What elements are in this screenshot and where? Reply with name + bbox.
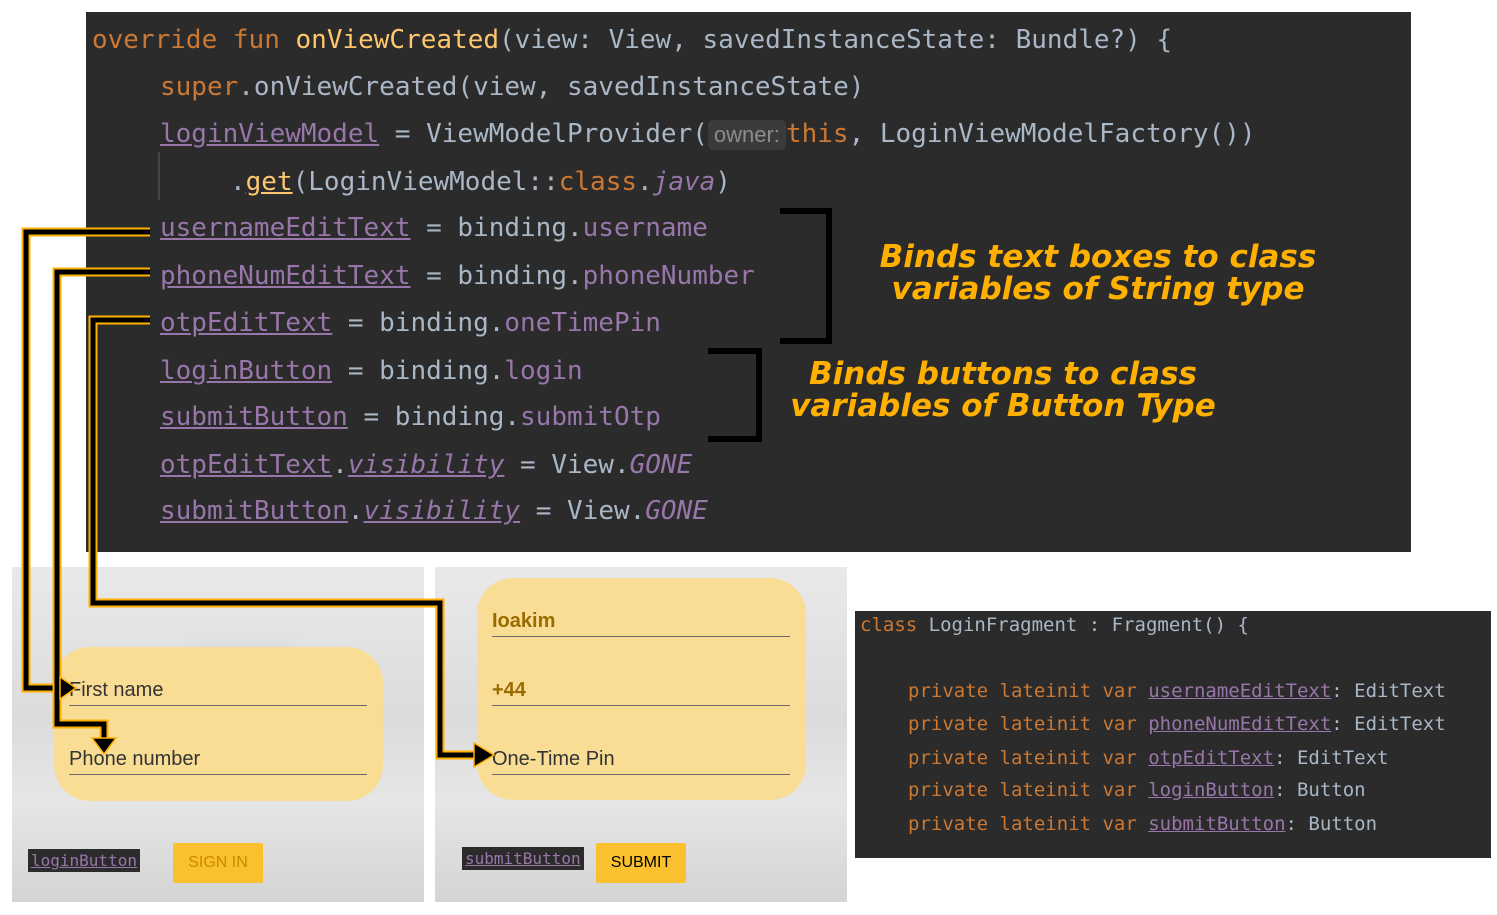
arrow-phone [54, 269, 150, 742]
arrowhead-icon [59, 675, 78, 701]
arrowhead-icon [90, 737, 118, 756]
arrow-otp [90, 317, 476, 758]
arrow-username [23, 229, 150, 691]
arrow-phone [52, 267, 150, 742]
arrow-otp [88, 315, 476, 760]
arrow-username [21, 227, 150, 693]
arrowhead-icon [473, 741, 496, 769]
connector-arrows [21, 227, 496, 769]
